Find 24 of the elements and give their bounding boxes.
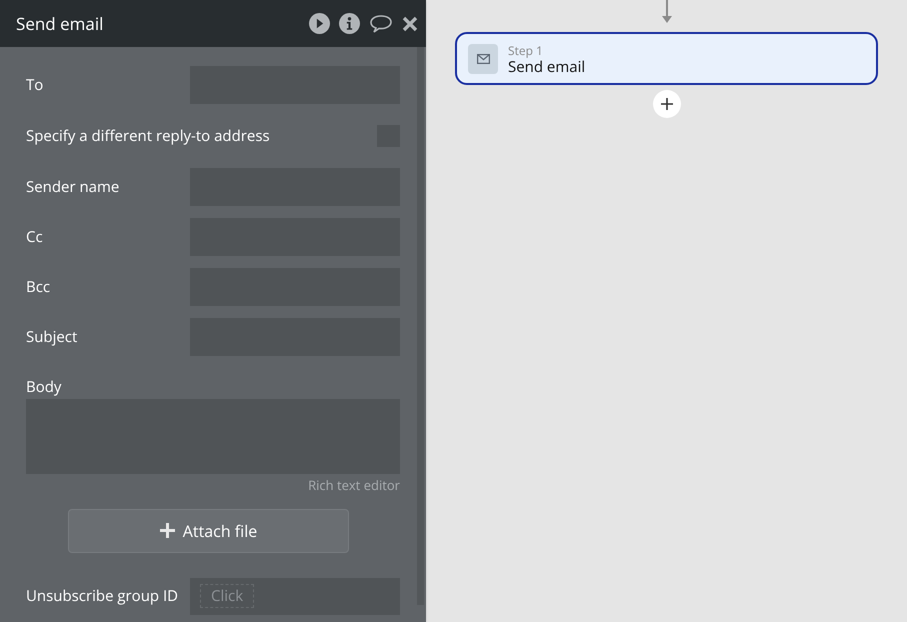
add-step-button[interactable]	[652, 90, 680, 118]
field-label: Body	[26, 376, 62, 398]
attach-file-button[interactable]: Attach file	[68, 508, 348, 552]
field-label: Sender name	[26, 176, 120, 198]
envelope-icon	[468, 44, 498, 74]
play-icon[interactable]	[309, 13, 330, 34]
editor-hint: Rich text editor	[308, 476, 400, 496]
checkbox-label: Specify a different reply-to address	[26, 124, 271, 148]
field-label: To	[26, 74, 44, 96]
speech-bubble-icon[interactable]	[369, 14, 393, 34]
close-icon[interactable]	[402, 16, 418, 32]
step-title: Send email	[508, 58, 586, 74]
info-icon[interactable]	[339, 13, 360, 34]
step-number: Step 1	[508, 42, 544, 58]
plus-icon	[660, 97, 674, 111]
plus-icon	[158, 522, 176, 539]
field-label: Bcc	[26, 276, 52, 298]
panel-title: Send email	[16, 10, 104, 36]
field-label: Unsubscribe group ID	[26, 584, 180, 608]
field-label: Subject	[26, 326, 78, 348]
field-label: Cc	[26, 226, 44, 248]
arrow-icon	[660, 0, 672, 24]
step-card[interactable]: Step 1 Send email	[455, 32, 878, 85]
scrollbar[interactable]	[417, 47, 424, 605]
